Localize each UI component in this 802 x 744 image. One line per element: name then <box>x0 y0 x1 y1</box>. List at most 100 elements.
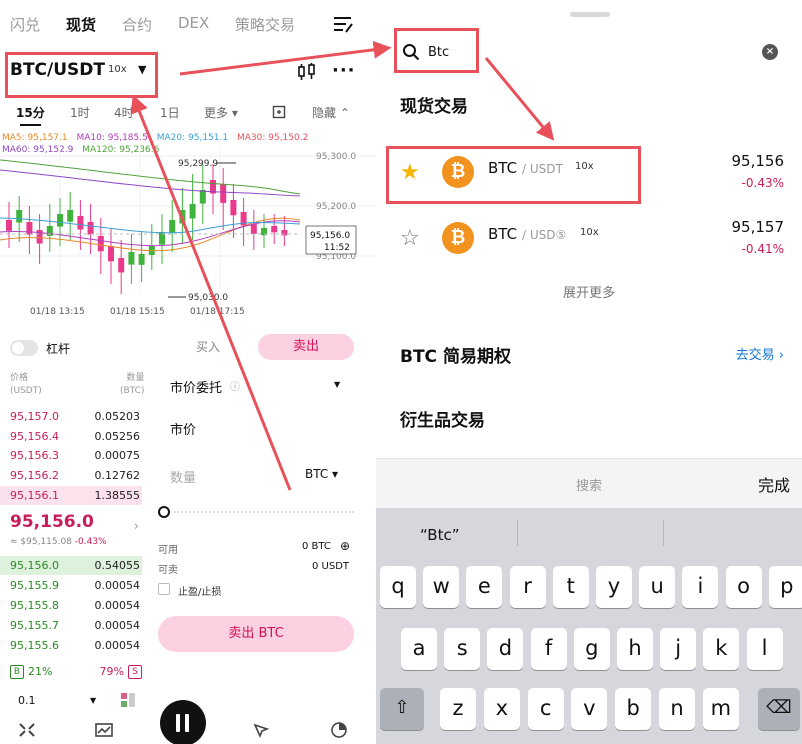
ask-qty: 0.05203 <box>94 410 141 423</box>
sell-ratio: 79% <box>99 665 124 678</box>
star-outline-icon[interactable]: ☆ <box>400 226 420 251</box>
add-circle-icon[interactable]: ⊕ <box>340 539 350 553</box>
expand-more-link[interactable]: 展开更多 <box>376 282 802 301</box>
done-button[interactable]: 完成 <box>758 472 790 496</box>
key-f[interactable]: f <box>530 628 567 670</box>
key-x[interactable]: x <box>483 688 520 730</box>
key-s[interactable]: s <box>444 628 481 670</box>
sell-tab[interactable]: 卖出 <box>258 334 354 360</box>
caret-down-icon[interactable]: ▼ <box>334 380 340 389</box>
backspace-key[interactable]: ⌫ <box>758 688 800 730</box>
info-icon[interactable]: ⓘ <box>230 378 240 393</box>
key-g[interactable]: g <box>573 628 610 670</box>
bid-row[interactable]: 95,155.9 0.00054 <box>0 576 142 595</box>
ma20-label: MA20: 95,151.1 <box>156 133 229 143</box>
key-v[interactable]: v <box>571 688 608 730</box>
key-a[interactable]: a <box>401 628 437 670</box>
key-t[interactable]: t <box>552 566 589 608</box>
tab-spot[interactable]: 现货 <box>66 14 96 35</box>
key-m[interactable]: m <box>702 688 739 730</box>
key-i[interactable]: i <box>682 566 719 608</box>
buy-tab[interactable]: 买入 <box>160 334 256 360</box>
suggestion-divider <box>663 520 664 546</box>
quantity-input[interactable]: 数量 <box>170 467 196 486</box>
slider-handle[interactable] <box>158 506 170 518</box>
chevron-right-icon[interactable]: › <box>134 519 139 533</box>
ask-row[interactable]: 95,156.1 1.38555 <box>0 486 142 505</box>
candlestick-chart[interactable]: 95,299.9 95,030.0 95,300.0 95,200.0 95,1… <box>0 150 376 320</box>
ask-row[interactable]: 95,156.3 0.00075 <box>0 446 142 465</box>
search-result-row[interactable]: ☆ ₿ BTC / USD⑤ 10x 95,157 -0.41% <box>376 212 802 270</box>
nav-assets-icon[interactable] <box>330 722 348 738</box>
tab-strategy[interactable]: 策略交易 <box>235 14 295 35</box>
suggestion-word[interactable]: “Btc” <box>420 526 460 544</box>
key-p[interactable]: p <box>768 566 802 608</box>
menu-icon[interactable] <box>332 14 354 36</box>
search-sheet: × 现货交易 ★ ₿ BTC / USDT 10x 95,156 -0.43% … <box>376 0 802 744</box>
key-q[interactable]: q <box>380 566 416 608</box>
ma5-label: MA5: 95,157.1 <box>2 133 68 143</box>
amount-slider[interactable] <box>158 506 354 520</box>
last-price-sub: ≈ $95,115.08 -0.43% <box>10 537 107 547</box>
key-b[interactable]: b <box>615 688 652 730</box>
clear-search-icon[interactable]: × <box>762 44 778 60</box>
sheet-handle[interactable] <box>570 12 610 17</box>
caret-down-icon[interactable]: ▼ <box>90 696 96 705</box>
tf-1d[interactable]: 1日 <box>160 104 180 121</box>
key-o[interactable]: o <box>725 566 762 608</box>
key-n[interactable]: n <box>659 688 695 730</box>
tf-15m[interactable]: 15分 <box>16 104 45 126</box>
key-j[interactable]: j <box>660 628 697 670</box>
tf-1h[interactable]: 1时 <box>70 104 90 121</box>
nav-chart-icon[interactable] <box>95 722 113 738</box>
candle-body <box>128 252 135 265</box>
tf-4h[interactable]: 4时 <box>114 104 134 121</box>
key-c[interactable]: c <box>527 688 564 730</box>
key-z[interactable]: z <box>440 688 476 730</box>
derivatives-section-title[interactable]: 衍生品交易 <box>400 406 485 431</box>
key-u[interactable]: u <box>639 566 676 608</box>
highlight-search-box <box>394 28 479 73</box>
candlestick-icon[interactable] <box>296 62 318 82</box>
result-change: -0.41% <box>741 242 784 256</box>
decimal-select[interactable]: 0.1 <box>18 694 36 707</box>
key-h[interactable]: h <box>617 628 653 670</box>
depth-mode-icon[interactable] <box>120 692 136 708</box>
order-type-select[interactable]: 市价委托 <box>170 377 222 396</box>
chart-settings-icon[interactable] <box>272 105 286 119</box>
tab-flash-swap[interactable]: 闪兑 <box>10 14 40 35</box>
key-d[interactable]: d <box>487 628 524 670</box>
ask-row[interactable]: 95,156.4 0.05256 <box>0 427 142 446</box>
tab-dex[interactable]: DEX <box>178 14 209 32</box>
leverage-toggle[interactable] <box>10 340 38 356</box>
key-e[interactable]: e <box>466 566 503 608</box>
timeframe-bar: 15分 1时 4时 1日 更多 ▾ 隐藏 ⌃ <box>0 104 376 126</box>
key-r[interactable]: r <box>509 566 546 608</box>
more-icon[interactable]: ··· <box>332 60 356 81</box>
tf-more[interactable]: 更多 ▾ <box>204 104 238 121</box>
ask-row[interactable]: 95,156.2 0.12762 <box>0 466 142 485</box>
key-w[interactable]: w <box>423 566 460 608</box>
bid-row[interactable]: 95,155.6 0.00054 <box>0 636 142 655</box>
nav-explore-icon[interactable] <box>252 722 270 738</box>
bid-row[interactable]: 95,156.0 0.54055 <box>0 556 142 575</box>
tf-hide[interactable]: 隐藏 ⌃ <box>312 104 350 121</box>
last-price[interactable]: 95,156.0 <box>10 512 94 532</box>
ask-row[interactable]: 95,157.0 0.05203 <box>0 407 142 426</box>
nav-market-icon[interactable] <box>18 722 36 738</box>
quantity-unit-select[interactable]: BTC ▾ <box>305 467 338 481</box>
bid-row[interactable]: 95,155.8 0.00054 <box>0 596 142 615</box>
ask-price: 95,157.0 <box>10 410 59 423</box>
tpsl-checkbox[interactable] <box>158 583 170 595</box>
key-l[interactable]: l <box>746 628 783 670</box>
tab-contract[interactable]: 合约 <box>122 14 152 35</box>
go-trade-link[interactable]: 去交易 › <box>736 344 784 363</box>
trade-center-button[interactable] <box>160 700 206 744</box>
sell-btc-button[interactable]: 卖出 BTC <box>158 616 354 652</box>
key-y[interactable]: y <box>596 566 632 608</box>
bid-row[interactable]: 95,155.7 0.00054 <box>0 616 142 635</box>
key-k[interactable]: k <box>703 628 740 670</box>
shift-key[interactable]: ⇧ <box>380 688 424 730</box>
market-price-field[interactable]: 市价 <box>170 419 196 438</box>
highlight-pair-box <box>5 52 158 98</box>
